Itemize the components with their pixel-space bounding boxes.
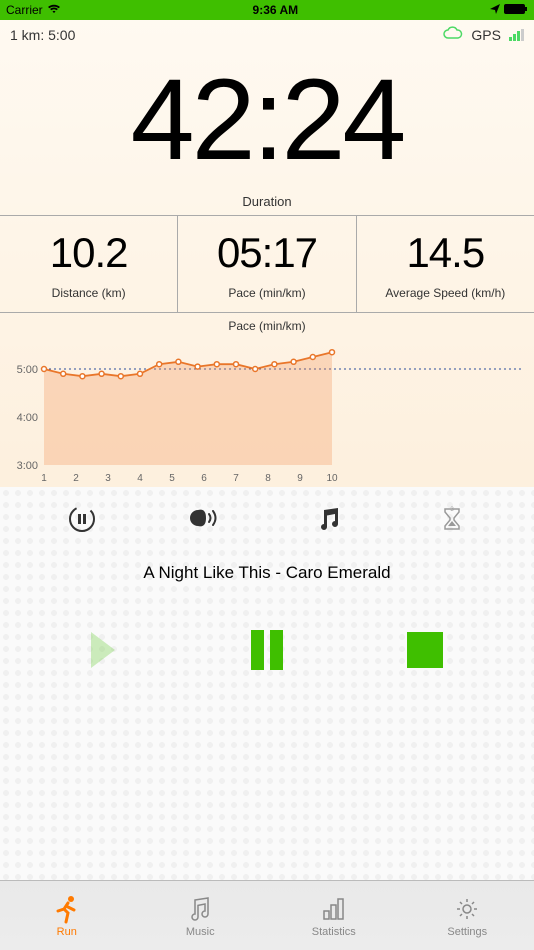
auto-pause-button[interactable]	[64, 501, 100, 537]
countdown-button[interactable]: 3	[434, 501, 470, 537]
duration-value: 42:24	[0, 63, 534, 178]
music-icon	[185, 894, 215, 924]
stat-label: Distance (km)	[4, 286, 173, 300]
split-info: 1 km: 5:00	[10, 27, 75, 43]
settings-icon	[452, 894, 482, 924]
stop-button[interactable]	[398, 623, 452, 677]
stat-value: 10.2	[4, 232, 173, 274]
tab-label: Music	[186, 926, 215, 938]
wifi-icon	[47, 3, 61, 17]
play-button[interactable]	[82, 623, 136, 677]
status-bar: Carrier 9:36 AM	[0, 0, 534, 20]
stat-pace[interactable]: 05:17 Pace (min/km)	[178, 216, 356, 312]
status-time: 9:36 AM	[253, 3, 299, 17]
info-bar: 1 km: 5:00 GPS	[0, 20, 534, 49]
run-icon	[52, 894, 82, 924]
carrier-label: Carrier	[6, 3, 43, 17]
tab-bar: Run Music Statistics Settings	[0, 880, 534, 950]
tab-run[interactable]: Run	[0, 894, 134, 938]
tab-label: Statistics	[312, 926, 356, 938]
now-playing: A Night Like This - Caro Emerald	[0, 563, 534, 583]
music-button[interactable]	[311, 501, 347, 537]
stat-speed[interactable]: 14.5 Average Speed (km/h)	[357, 216, 534, 312]
stat-value: 05:17	[182, 232, 351, 274]
battery-icon	[504, 3, 528, 17]
stats-row: 10.2 Distance (km) 05:17 Pace (min/km) 1…	[0, 215, 534, 313]
tab-label: Settings	[447, 926, 487, 938]
stat-distance[interactable]: 10.2 Distance (km)	[0, 216, 178, 312]
svg-text:5: 5	[169, 473, 175, 484]
svg-text:3:00: 3:00	[17, 460, 38, 472]
svg-text:7: 7	[233, 473, 239, 484]
svg-text:3: 3	[451, 507, 455, 513]
chart-title: Pace (min/km)	[0, 319, 534, 333]
svg-text:5:00: 5:00	[17, 364, 38, 376]
controls-panel: 3 A Night Like This - Caro Emerald	[0, 487, 534, 880]
cloud-icon	[443, 26, 463, 43]
gps-label: GPS	[471, 27, 501, 43]
svg-text:10: 10	[326, 473, 338, 484]
stat-value: 14.5	[361, 232, 530, 274]
tab-statistics[interactable]: Statistics	[267, 894, 401, 938]
duration-label: Duration	[0, 194, 534, 209]
tab-music[interactable]: Music	[134, 894, 268, 938]
gps-signal-icon	[509, 29, 524, 41]
statistics-icon	[319, 894, 349, 924]
svg-text:4:00: 4:00	[17, 412, 38, 424]
pace-chart: Pace (min/km) 3:00 4:00 5:00 1 2 3 4 5 6 7 8 9 10	[0, 313, 534, 487]
stat-label: Pace (min/km)	[182, 286, 351, 300]
pause-button[interactable]	[240, 623, 294, 677]
svg-text:1: 1	[41, 473, 47, 484]
location-icon	[490, 3, 500, 17]
voice-button[interactable]	[187, 501, 223, 537]
svg-text:2: 2	[73, 473, 79, 484]
stat-label: Average Speed (km/h)	[361, 286, 530, 300]
svg-text:6: 6	[201, 473, 207, 484]
duration-block: 42:24 Duration	[0, 49, 534, 215]
svg-text:8: 8	[265, 473, 271, 484]
tab-label: Run	[57, 926, 77, 938]
chart-svg: 3:00 4:00 5:00 1 2 3 4 5 6 7 8 9 10	[0, 337, 534, 487]
tab-settings[interactable]: Settings	[401, 894, 534, 938]
svg-text:9: 9	[297, 473, 303, 484]
svg-text:3: 3	[105, 473, 111, 484]
svg-text:4: 4	[137, 473, 143, 484]
